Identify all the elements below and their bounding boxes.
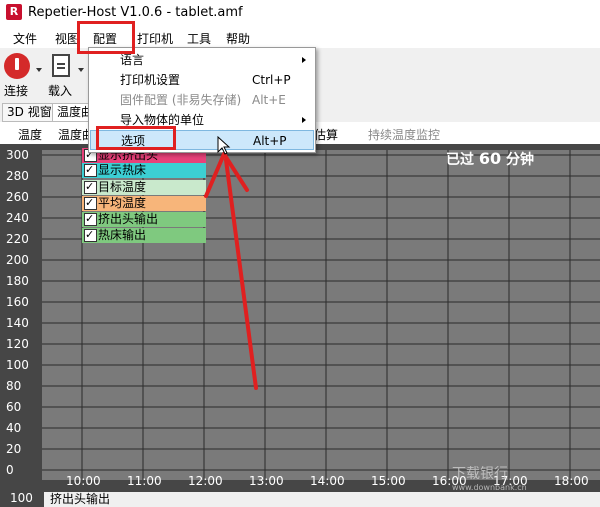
annotation-arrow-shaft	[224, 158, 258, 390]
mouse-cursor-icon	[217, 136, 231, 155]
annotation-arrow	[204, 152, 258, 390]
